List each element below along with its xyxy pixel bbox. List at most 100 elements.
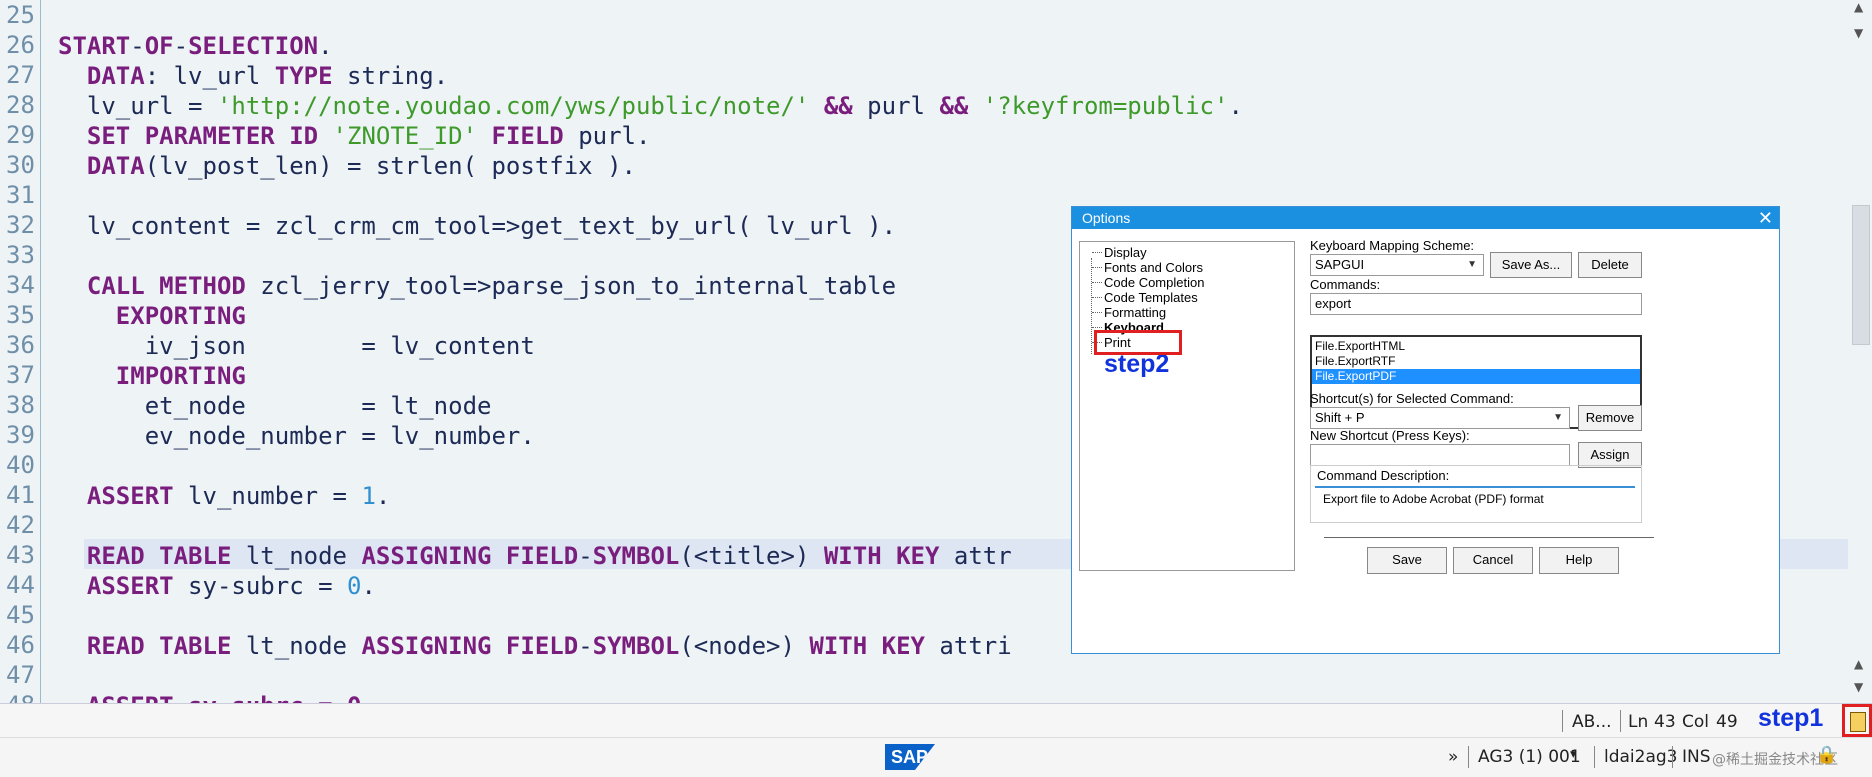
- code-token: purl.: [563, 122, 651, 150]
- status-separator: [1562, 710, 1563, 732]
- step1-annotation: step1: [1758, 704, 1824, 732]
- scroll-down-small-icon[interactable]: ▼: [1854, 26, 1863, 40]
- code-token: .: [318, 32, 333, 60]
- cancel-button[interactable]: Cancel: [1453, 547, 1533, 574]
- code-line[interactable]: SET PARAMETER ID 'ZNOTE_ID' FIELD purl.: [58, 121, 651, 151]
- code-line[interactable]: START-OF-SELECTION.: [58, 31, 333, 61]
- tree-item-code-templates[interactable]: Code Templates: [1104, 290, 1198, 305]
- chevron-down-icon[interactable]: ▾: [1570, 747, 1577, 762]
- delete-button[interactable]: Delete: [1578, 252, 1642, 278]
- list-item-selected[interactable]: File.ExportPDF: [1312, 369, 1640, 384]
- code-token: (lv_post_len) = strlen( postfix ).: [144, 152, 636, 180]
- mapping-scheme-label: Keyboard Mapping Scheme:: [1310, 238, 1475, 253]
- save-as-button[interactable]: Save As...: [1490, 252, 1572, 278]
- code-line[interactable]: lv_content = zcl_crm_cm_tool=>get_text_b…: [58, 211, 896, 241]
- system-info[interactable]: AG3 (1) 001: [1478, 747, 1581, 767]
- code-line[interactable]: IMPORTING: [58, 361, 246, 391]
- status-mode: AB...: [1572, 712, 1612, 732]
- tree-item-formatting[interactable]: Formatting: [1104, 305, 1166, 320]
- options-tree: Display Fonts and Colors Code Completion…: [1079, 241, 1295, 571]
- code-token: ASSERT: [58, 482, 174, 510]
- code-line[interactable]: READ TABLE lt_node ASSIGNING FIELD-SYMBO…: [58, 541, 1012, 571]
- code-line[interactable]: ASSERT sy-subrc = 0.: [58, 571, 376, 601]
- close-icon[interactable]: ✕: [1758, 207, 1773, 229]
- line-number: 48: [6, 691, 40, 703]
- code-token: EXPORTING: [58, 302, 246, 330]
- code-token: -: [578, 542, 593, 570]
- code-token: -: [578, 632, 593, 660]
- code-token: (<title>): [679, 542, 824, 570]
- code-line[interactable]: EXPORTING: [58, 301, 246, 331]
- vertical-scrollbar[interactable]: ▲ ▼ ▲ ▼: [1848, 0, 1872, 703]
- code-token: lt_node: [231, 632, 362, 660]
- keyboard-highlight-box: [1094, 330, 1182, 355]
- scroll-down-icon[interactable]: ▼: [1854, 680, 1863, 694]
- code-line[interactable]: DATA(lv_post_len) = strlen( postfix ).: [58, 151, 636, 181]
- scroll-up-bottom-icon[interactable]: ▲: [1854, 657, 1863, 671]
- code-token: ASSERT: [58, 572, 174, 600]
- remove-button[interactable]: Remove: [1578, 405, 1642, 431]
- line-number: 44: [6, 571, 35, 599]
- tree-branch: [1092, 267, 1102, 268]
- code-line[interactable]: lv_url = 'http://note.youdao.com/yws/pub…: [58, 91, 1243, 121]
- code-token: sy-subrc =: [173, 572, 347, 600]
- options-icon[interactable]: [1850, 712, 1866, 732]
- code-token: string.: [332, 62, 449, 90]
- help-button[interactable]: Help: [1539, 547, 1619, 574]
- commands-filter-input[interactable]: export: [1310, 293, 1642, 315]
- mapping-scheme-select[interactable]: SAPGUI ▼: [1310, 254, 1484, 276]
- code-token: CALL METHOD: [58, 272, 246, 300]
- code-token: et_node = lt_node: [58, 392, 492, 420]
- code-line[interactable]: CALL METHOD zcl_jerry_tool=>parse_json_t…: [58, 271, 896, 301]
- code-line[interactable]: READ TABLE lt_node ASSIGNING FIELD-SYMBO…: [58, 631, 1012, 661]
- scroll-up-icon[interactable]: ▲: [1854, 0, 1863, 14]
- new-shortcut-label: New Shortcut (Press Keys):: [1310, 428, 1470, 443]
- code-token: lv_url =: [58, 92, 217, 120]
- code-line[interactable]: ASSERT lv_number = 1.: [58, 481, 390, 511]
- line-number: 34: [6, 271, 35, 299]
- code-token: (<node>): [679, 632, 810, 660]
- code-token: purl: [852, 92, 940, 120]
- code-line[interactable]: et_node = lt_node: [58, 391, 492, 421]
- code-token: .: [361, 572, 376, 600]
- line-number: 40: [6, 451, 35, 479]
- code-token: lv_number =: [173, 482, 362, 510]
- list-item[interactable]: File.ExportRTF: [1312, 354, 1640, 369]
- code-token: iv_json = lv_content: [58, 332, 535, 360]
- tree-item-code-completion[interactable]: Code Completion: [1104, 275, 1204, 290]
- status-separator: [1594, 746, 1595, 768]
- scrollbar-thumb[interactable]: [1852, 205, 1870, 345]
- insert-mode: INS: [1682, 747, 1711, 767]
- host-name: ldai2ag3: [1604, 747, 1678, 767]
- list-item[interactable]: File.ExportHTML: [1312, 339, 1640, 354]
- code-token: 1: [361, 482, 376, 510]
- save-button[interactable]: Save: [1367, 547, 1447, 574]
- code-line[interactable]: iv_json = lv_content: [58, 331, 535, 361]
- commands-label: Commands:: [1310, 277, 1381, 292]
- tree-item-display[interactable]: Display: [1104, 245, 1147, 260]
- options-button-highlight[interactable]: [1842, 704, 1872, 737]
- command-description-box: Command Description: Export file to Adob…: [1310, 465, 1642, 523]
- code-token: WITH KEY: [823, 542, 940, 570]
- line-number: 30: [6, 151, 35, 179]
- expand-icon[interactable]: »: [1448, 747, 1458, 767]
- shortcut-select[interactable]: Shift + P ▼: [1310, 407, 1570, 429]
- status-col-value: 49: [1716, 712, 1738, 732]
- new-shortcut-input[interactable]: [1310, 444, 1570, 466]
- line-number: 35: [6, 301, 35, 329]
- shortcut-value: Shift + P: [1315, 410, 1365, 425]
- status-ln-label: Ln: [1628, 712, 1649, 732]
- tree-item-fonts-and-colors[interactable]: Fonts and Colors: [1104, 260, 1203, 275]
- code-token: ASSIGNING FIELD: [361, 632, 579, 660]
- line-number: 25: [6, 1, 35, 29]
- code-line[interactable]: DATA: lv_url TYPE string.: [58, 61, 448, 91]
- code-token: 0: [346, 572, 362, 600]
- code-token: lv_content = zcl_crm_cm_tool=>get_text_b…: [58, 212, 897, 240]
- code-line[interactable]: ASSERT sy-subrc = 0.: [58, 691, 376, 703]
- tree-connector: [1091, 258, 1092, 354]
- line-number-gutter: 25 26 27 28 29 30 31 32 33 34 35 36 37 38 39 40 41 42 43 44…: [0, 0, 41, 703]
- code-line[interactable]: ev_node_number = lv_number.: [58, 421, 535, 451]
- line-number: 38: [6, 391, 35, 419]
